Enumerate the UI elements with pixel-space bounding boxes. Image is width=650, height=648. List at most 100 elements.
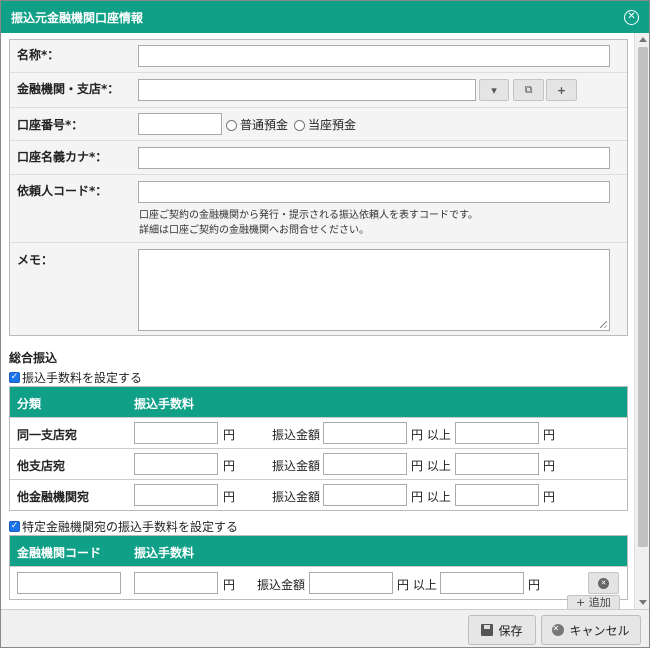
- bank-branch-row: 金融機関・支店*： ▾ ⧉ +: [10, 73, 627, 108]
- yen-or-more-unit: 円 以上: [411, 459, 451, 473]
- yen-unit: 円: [543, 459, 556, 473]
- amount-label: 振込金額: [257, 578, 306, 592]
- copy-icon: ⧉: [524, 83, 533, 96]
- requester-code-input[interactable]: [138, 181, 610, 203]
- cancel-icon: ✕: [552, 624, 565, 636]
- memo-textarea[interactable]: [138, 249, 610, 331]
- fee-setting-checkbox[interactable]: ✓ 振込手数料を設定する: [9, 369, 142, 386]
- account-form: 名称*： 金融機関・支店*： ▾ ⧉ + 口座番号*： 普通預金 当座預金 口座…: [9, 39, 628, 336]
- name-row: 名称*：: [10, 40, 627, 73]
- yen-unit: 円: [543, 428, 556, 442]
- fee-row-label: 他支店宛: [17, 459, 66, 473]
- bank-dropdown-button[interactable]: ▾: [479, 79, 509, 101]
- radio-icon: [226, 120, 237, 131]
- amount-input[interactable]: [309, 572, 393, 594]
- amount-input[interactable]: [323, 453, 407, 475]
- amount-input[interactable]: [323, 422, 407, 444]
- fee-input[interactable]: [134, 484, 218, 506]
- account-number-label: 口座番号*：: [17, 118, 84, 132]
- fee-header-fee: 振込手数料: [134, 397, 195, 411]
- yen-unit: 円: [223, 459, 236, 473]
- specific-header-bank-code: 金融機関コード: [17, 546, 102, 560]
- dialog-titlebar: 振込元金融機関口座情報 ✕: [1, 1, 649, 33]
- account-type-radio-ordinary[interactable]: 普通預金: [226, 116, 288, 133]
- plus-icon: +: [556, 83, 567, 97]
- amount-max-input[interactable]: [455, 422, 539, 444]
- yen-unit: 円: [223, 490, 236, 504]
- fee-input[interactable]: [134, 422, 218, 444]
- account-type-checking-label: 当座預金: [308, 118, 357, 132]
- plus-icon: +: [576, 596, 586, 609]
- cancel-button[interactable]: ✕ キャンセル: [541, 615, 641, 645]
- dialog-content: 名称*： 金融機関・支店*： ▾ ⧉ + 口座番号*： 普通預金 当座預金 口座…: [1, 33, 633, 609]
- save-button-label: 保存: [498, 623, 523, 638]
- resize-grip-icon[interactable]: [600, 321, 607, 328]
- add-row-button[interactable]: + 追加: [567, 595, 620, 609]
- requester-code-row: 依頼人コード*： 口座ご契約の金融機関から発行・提示される振込依頼人を表すコード…: [10, 175, 627, 243]
- holder-kana-input[interactable]: [138, 147, 610, 169]
- amount-label: 振込金額: [272, 428, 321, 442]
- bank-account-dialog: 振込元金融機関口座情報 ✕ 名称*： 金融機関・支店*： ▾ ⧉ + 口座番号*…: [0, 0, 650, 648]
- bank-branch-input[interactable]: [138, 79, 476, 101]
- specific-bank-table-header: 金融機関コード 振込手数料: [10, 536, 627, 566]
- requester-note-line-1: 口座ご契約の金融機関から発行・提示される振込依頼人を表すコードです。: [139, 210, 478, 221]
- add-row-label: 追加: [588, 596, 611, 609]
- name-label: 名称*：: [17, 48, 60, 62]
- amount-max-input[interactable]: [455, 453, 539, 475]
- chevron-down-icon: ▾: [491, 83, 497, 97]
- scroll-down-icon[interactable]: [639, 600, 647, 605]
- name-input[interactable]: [138, 45, 610, 67]
- fee-table-header: 分類 振込手数料: [10, 387, 627, 417]
- checkbox-checked-icon: ✓: [9, 372, 20, 383]
- fee-row-other-bank: 他金融機関宛 円 振込金額 円 以上 円: [10, 479, 627, 510]
- yen-or-more-unit: 円 以上: [411, 490, 451, 504]
- requester-code-label: 依頼人コード*：: [17, 184, 108, 198]
- scroll-up-icon[interactable]: [639, 37, 647, 42]
- general-transfer-title: 総合振込: [9, 351, 58, 365]
- requester-code-note: 口座ご契約の金融機関から発行・提示される振込依頼人を表すコードです。 詳細は口座…: [139, 208, 478, 238]
- save-disk-icon: [481, 624, 494, 636]
- dialog-title: 振込元金融機関口座情報: [11, 10, 144, 25]
- fee-input[interactable]: [134, 572, 218, 594]
- amount-label: 振込金額: [272, 459, 321, 473]
- amount-max-input[interactable]: [455, 484, 539, 506]
- radio-icon: [294, 120, 305, 131]
- fee-input[interactable]: [134, 453, 218, 475]
- holder-kana-label: 口座名義カナ*：: [17, 150, 108, 164]
- bank-code-input[interactable]: [17, 572, 121, 594]
- fee-row-same-branch: 同一支店宛 円 振込金額 円 以上 円: [10, 417, 627, 448]
- clear-icon: ✕: [598, 577, 609, 589]
- specific-bank-fee-checkbox-label: 特定金融機関宛の振込手数料を設定する: [22, 520, 239, 534]
- memo-label: メモ：: [17, 253, 54, 267]
- amount-label: 振込金額: [272, 490, 321, 504]
- bank-search-button[interactable]: ⧉: [513, 79, 544, 101]
- bank-add-button[interactable]: +: [546, 79, 577, 101]
- account-type-radio-checking[interactable]: 当座預金: [294, 116, 356, 133]
- bank-branch-label: 金融機関・支店*：: [17, 82, 120, 96]
- yen-unit: 円: [223, 578, 236, 592]
- fee-header-category: 分類: [17, 397, 42, 411]
- dialog-footer: 保存 ✕ キャンセル: [1, 609, 649, 647]
- scroll-thumb[interactable]: [638, 47, 648, 547]
- checkbox-checked-icon: ✓: [9, 521, 20, 532]
- fee-table: 分類 振込手数料 同一支店宛 円 振込金額 円 以上 円 他支店宛 円 振込金額…: [9, 386, 628, 511]
- fee-row-label: 同一支店宛: [17, 428, 78, 442]
- cancel-button-label: キャンセル: [569, 623, 630, 638]
- fee-row-other-branch: 他支店宛 円 振込金額 円 以上 円: [10, 448, 627, 479]
- specific-bank-fee-checkbox[interactable]: ✓ 特定金融機関宛の振込手数料を設定する: [9, 518, 238, 535]
- yen-unit: 円: [528, 578, 541, 592]
- vertical-scrollbar[interactable]: [634, 33, 649, 609]
- fee-row-label: 他金融機関宛: [17, 490, 90, 504]
- amount-input[interactable]: [323, 484, 407, 506]
- specific-header-fee: 振込手数料: [134, 546, 195, 560]
- save-button[interactable]: 保存: [468, 615, 536, 645]
- amount-max-input[interactable]: [440, 572, 524, 594]
- holder-kana-row: 口座名義カナ*：: [10, 141, 627, 175]
- yen-or-more-unit: 円 以上: [411, 428, 451, 442]
- remove-row-button[interactable]: ✕: [588, 572, 619, 594]
- specific-bank-table: 金融機関コード 振込手数料 円 振込金額 円 以上 円 ✕: [9, 535, 628, 600]
- account-number-input[interactable]: [138, 113, 222, 135]
- close-icon[interactable]: ✕: [624, 9, 639, 25]
- fee-setting-checkbox-label: 振込手数料を設定する: [22, 371, 143, 385]
- account-number-row: 口座番号*： 普通預金 当座預金: [10, 108, 627, 141]
